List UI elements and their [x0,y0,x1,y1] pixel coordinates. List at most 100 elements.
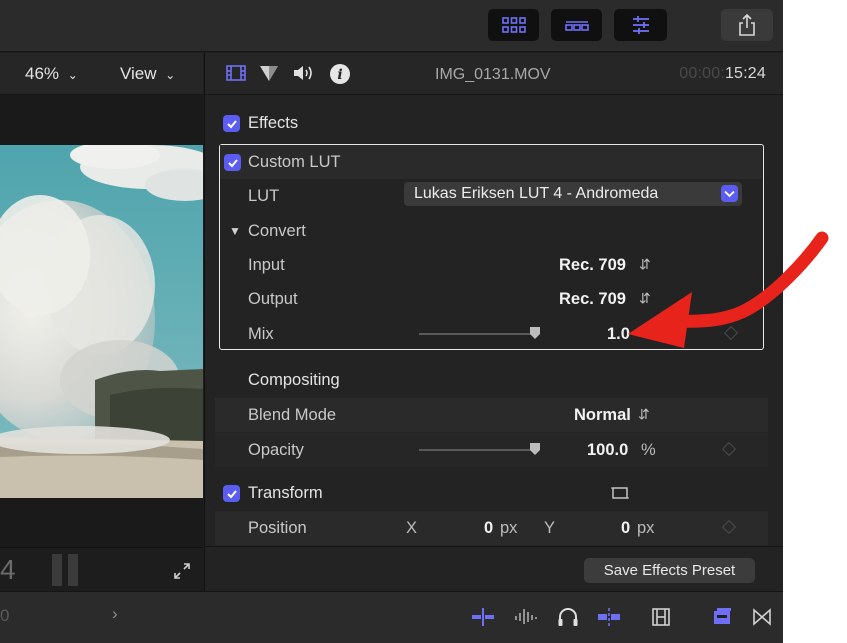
video-inspector-tab[interactable] [225,63,247,88]
audio-inspector-tab[interactable] [292,63,316,88]
keyframe-diamond-icon[interactable] [723,325,739,341]
timecode-fragment: 4 [0,554,16,585]
audio-skimming-icon [472,608,494,626]
chevron-down-icon: ⌄ [165,68,176,82]
input-label: Input [248,256,285,274]
browser-grid-icon [501,17,526,33]
convert-row[interactable]: ▼ Convert [220,214,762,248]
snapping-button[interactable] [596,606,622,633]
effects-label: Effects [248,114,299,132]
checkmark-icon [226,119,237,128]
clip-timecode: 00:00:15:24 [679,65,766,83]
input-row: Input Rec. 709 ⇵ [220,248,762,282]
svg-text:i: i [337,67,342,83]
position-x-value[interactable]: 0 [484,519,493,538]
keyframe-diamond-icon[interactable] [721,519,737,535]
position-y-value[interactable]: 0 [621,519,630,538]
output-label: Output [248,290,298,308]
position-y-unit: px [637,519,655,537]
filmstrip-icon [652,608,670,626]
opacity-row: Opacity 100.0 % [215,433,768,467]
snapping-icon [598,608,620,626]
mix-label: Mix [248,325,274,343]
info-inspector-tab[interactable]: i [329,63,351,90]
audio-waveform-button[interactable] [513,606,539,633]
transitions-browser-button[interactable] [751,606,773,633]
viewer-footer: 4 [0,547,203,591]
mix-slider-thumb[interactable] [530,327,540,339]
inspector-sliders-icon [632,16,649,34]
effects-section-row[interactable]: Effects [215,106,768,140]
browser-grid-button[interactable] [488,9,539,41]
custom-lut-row[interactable]: Custom LUT [220,145,762,179]
mix-slider-track[interactable] [419,333,539,335]
headphones-icon [558,608,578,626]
position-x-unit: px [500,519,518,537]
chevron-down-icon: ⌄ [67,68,78,82]
share-button[interactable] [721,9,773,41]
view-menu[interactable]: View ⌄ [120,64,175,84]
compositing-section-row[interactable]: Compositing [215,363,768,397]
top-toolbar [0,0,783,52]
color-inspector-tab[interactable] [258,63,280,88]
output-value[interactable]: Rec. 709 [559,290,626,309]
zoom-menu[interactable]: 46% ⌄ [25,64,78,84]
custom-lut-effect-group: Custom LUT LUT Lukas Eriksen LUT 4 - And… [219,144,764,350]
timeline-fragment: 0 [0,606,10,625]
updown-chevron-icon[interactable]: ⇵ [638,406,650,423]
transform-onscreen-control-icon[interactable] [611,485,629,506]
transform-section-row[interactable]: Transform [215,476,768,510]
chevron-right-icon[interactable]: › [112,604,118,624]
effects-browser-button[interactable] [710,606,734,633]
opacity-value[interactable]: 100.0 [587,441,628,460]
keyframe-diamond-icon[interactable] [721,441,737,457]
compositing-label: Compositing [248,371,340,389]
effects-checkbox[interactable] [223,115,240,132]
blend-mode-label: Blend Mode [248,406,337,424]
transform-label: Transform [248,484,323,502]
viewer[interactable] [0,95,203,547]
pause-icon[interactable] [52,554,80,586]
timeline-toggle-button[interactable] [551,9,602,41]
checkmark-icon [226,489,237,498]
timeline-strip-icon [564,21,589,31]
updown-chevron-icon[interactable]: ⇵ [639,290,651,307]
transitions-icon [753,608,771,626]
blend-mode-value[interactable]: Normal [574,406,631,425]
inspector-panel: i IMG_0131.MOV 00:00:15:24 Effects Custo… [204,53,783,591]
lut-dropdown[interactable]: Lukas Eriksen LUT 4 - Andromeda [404,182,742,206]
convert-label: Convert [248,222,306,240]
inspector-toggle-button[interactable] [614,9,667,41]
lut-value: Lukas Eriksen LUT 4 - Andromeda [414,185,659,202]
disclosure-triangle-icon[interactable]: ▼ [229,224,241,238]
mix-value[interactable]: 1.0 [607,325,630,344]
headphones-button[interactable] [556,606,580,633]
audio-waveform-icon [515,609,537,624]
lut-label: LUT [248,187,280,205]
output-row: Output Rec. 709 ⇵ [220,282,762,316]
timecode-lit: 15:24 [724,65,766,82]
input-value[interactable]: Rec. 709 [559,256,626,275]
opacity-slider-thumb[interactable] [530,443,540,455]
clip-appearance-button[interactable] [650,606,672,633]
opacity-label: Opacity [248,441,304,459]
transform-checkbox[interactable] [223,485,240,502]
geyser-frame-image [0,145,203,498]
zoom-label: 46% [25,64,60,83]
inspector-header: i IMG_0131.MOV 00:00:15:24 [205,53,783,95]
position-x-label: X [406,519,418,537]
opacity-slider-track[interactable] [419,449,539,451]
position-row: Position X 0 px Y 0 px [215,511,768,545]
position-y-label: Y [544,519,556,537]
timeline-toolbar: 0 › [0,591,783,643]
share-icon [739,13,755,36]
custom-lut-checkbox[interactable] [224,154,241,171]
updown-chevron-icon[interactable]: ⇵ [639,256,651,273]
audio-skimming-button[interactable] [470,606,496,633]
audio-inspector-icon [294,66,312,80]
chevron-down-icon [721,185,738,202]
lut-row: LUT Lukas Eriksen LUT 4 - Andromeda [220,179,762,213]
view-label: View [120,64,157,83]
save-effects-preset-button[interactable]: Save Effects Preset [584,558,755,583]
fullscreen-icon[interactable] [172,561,192,586]
